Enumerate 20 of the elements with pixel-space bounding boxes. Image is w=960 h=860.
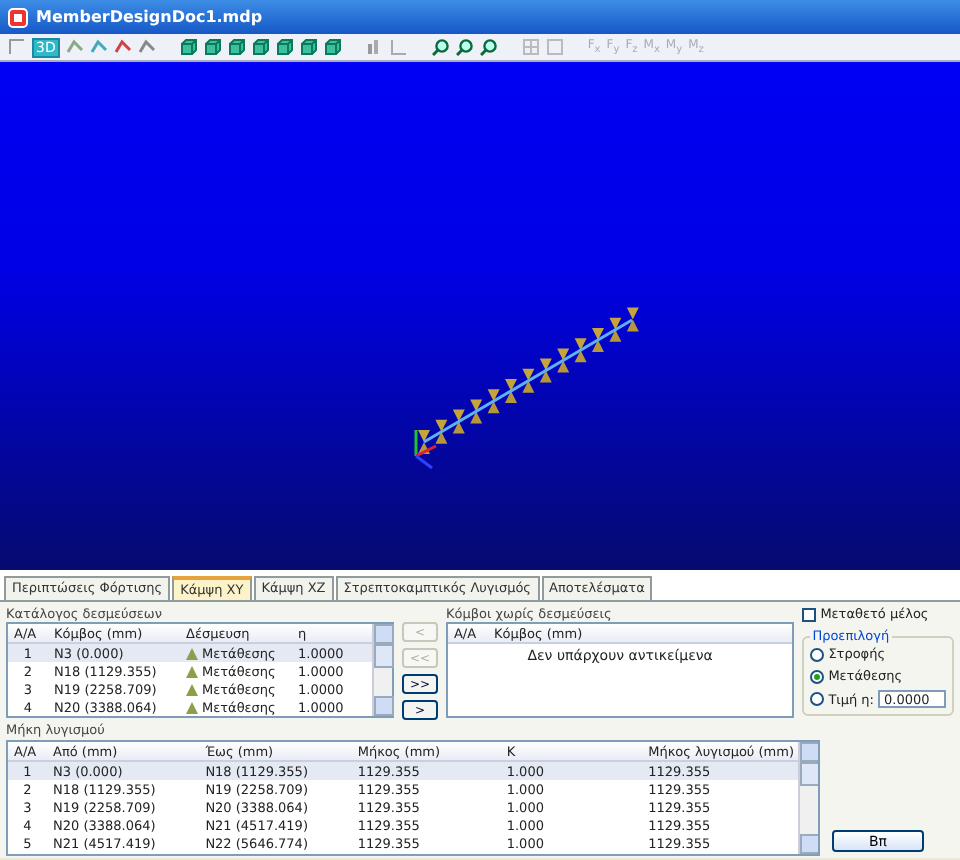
radio-button[interactable]: [810, 692, 825, 706]
cube-icon[interactable]: [323, 38, 342, 56]
cube-icon[interactable]: [251, 38, 270, 56]
cube-icon[interactable]: [203, 38, 222, 56]
app-icon: [8, 7, 28, 27]
radio-button[interactable]: [810, 669, 825, 683]
zoom-icon[interactable]: [455, 38, 474, 56]
cube-icon[interactable]: [179, 38, 198, 56]
cube-icon[interactable]: [299, 38, 318, 56]
cube-icon[interactable]: [275, 38, 294, 56]
scrollbar[interactable]: [798, 742, 818, 854]
zoom-icon[interactable]: [479, 38, 498, 56]
zoom-icon[interactable]: [431, 38, 450, 56]
axis-triad-icon: [414, 430, 437, 470]
view-icon[interactable]: [8, 38, 26, 56]
cube-icon[interactable]: [227, 38, 246, 56]
chart-icon[interactable]: [365, 38, 384, 56]
scrollbar[interactable]: [371, 624, 392, 716]
radio-button[interactable]: [810, 647, 825, 661]
window-title: MemberDesignDoc1.mdp: [36, 8, 263, 26]
